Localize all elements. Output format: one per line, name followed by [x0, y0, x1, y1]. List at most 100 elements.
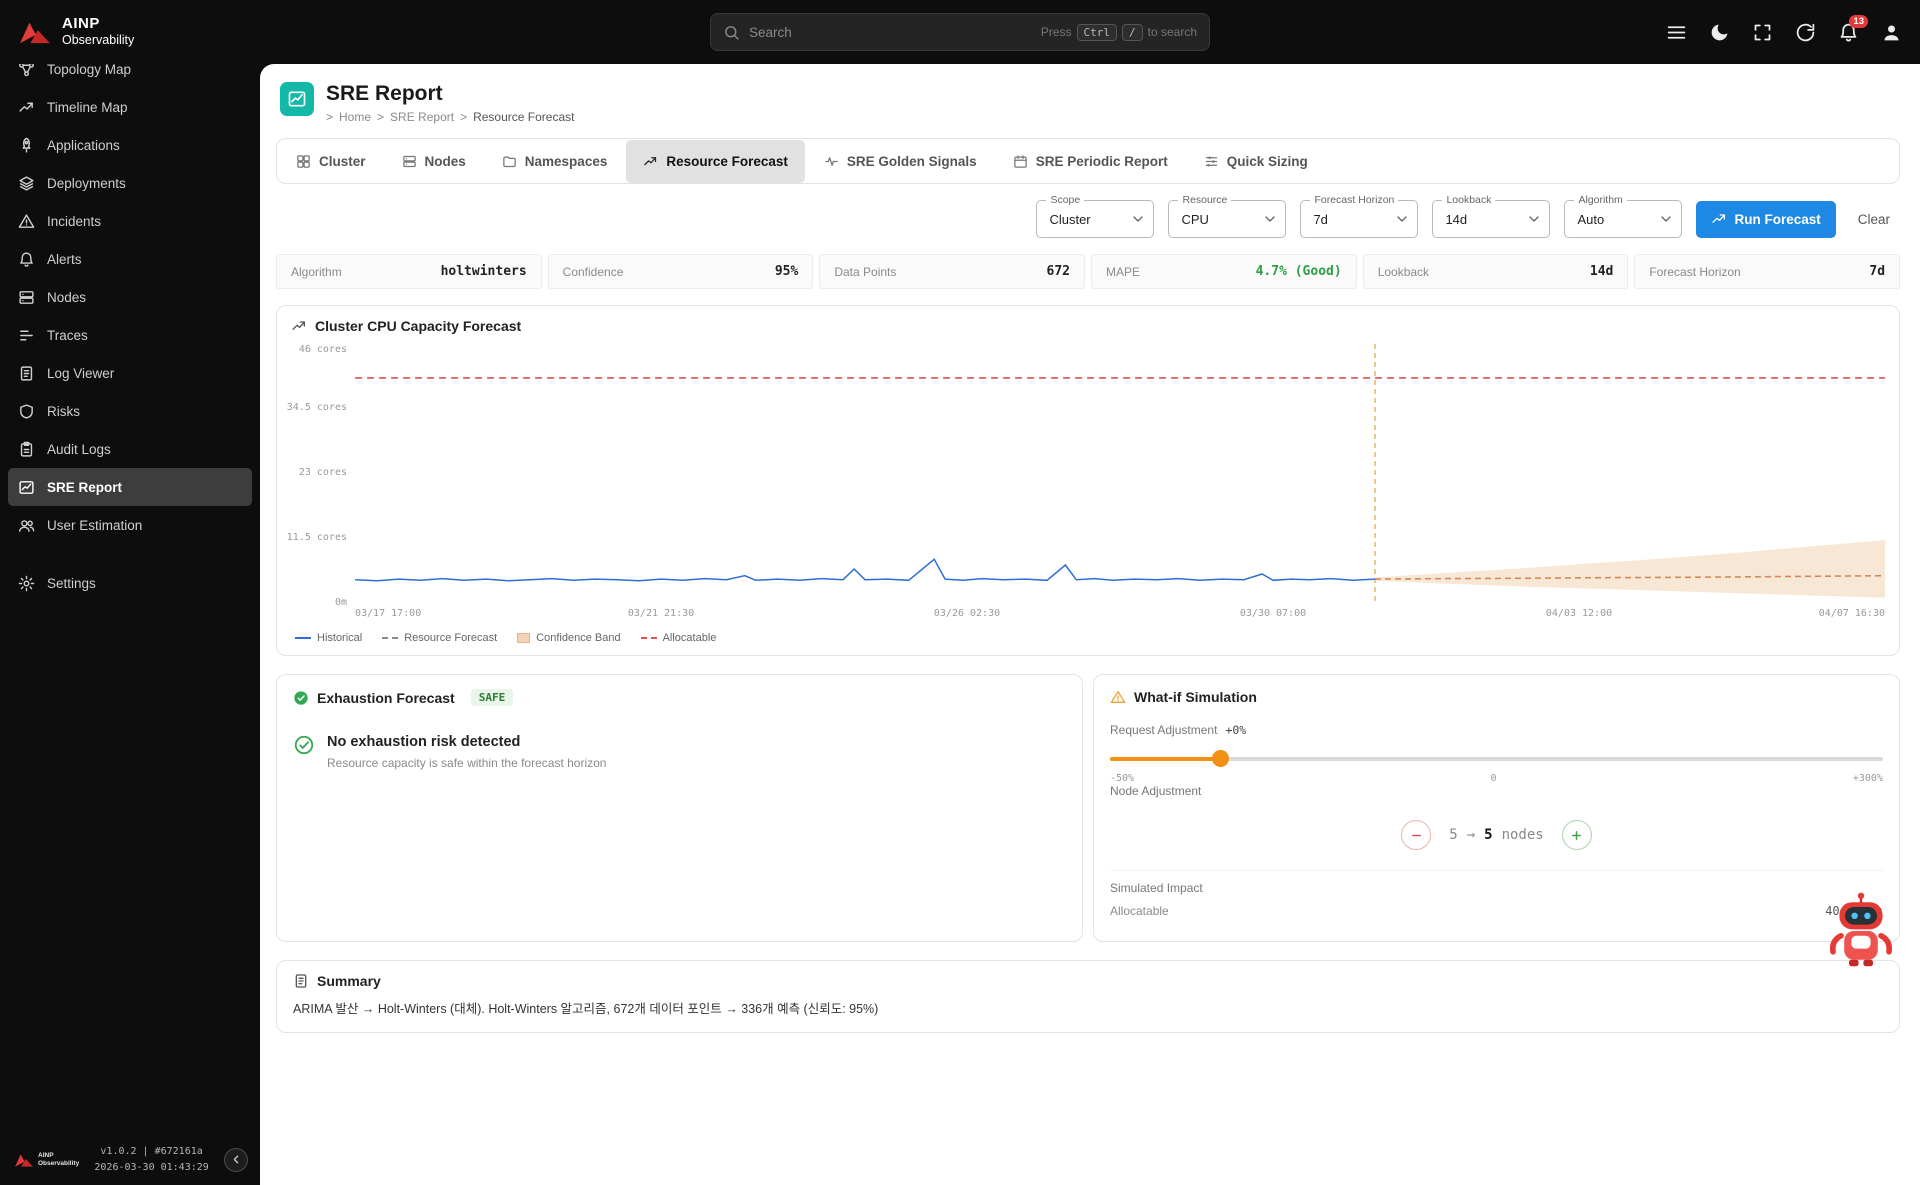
sidebar-item[interactable]: Deployments: [8, 164, 252, 202]
tab[interactable]: Quick Sizing: [1187, 140, 1325, 183]
pulse-icon: [291, 318, 307, 334]
sidebar-item-icon: [18, 441, 35, 458]
brand[interactable]: AINP Observability: [18, 16, 134, 47]
sidebar-item[interactable]: Audit Logs: [8, 430, 252, 468]
global-search[interactable]: Press Ctrl / to search: [710, 13, 1210, 51]
legend-item[interactable]: Resource Forecast: [382, 632, 497, 644]
legend-item[interactable]: Allocatable: [640, 632, 716, 644]
x-tick: 03/26 02:30: [933, 608, 1001, 620]
tab-icon: [402, 154, 417, 169]
menu-icon: [1666, 22, 1687, 43]
tab[interactable]: SRE Periodic Report: [996, 140, 1185, 183]
request-adjustment-label: Request Adjustment: [1110, 723, 1218, 738]
sidebar-item-icon: [18, 365, 35, 382]
account-button[interactable]: [1881, 22, 1902, 43]
tab-label: SRE Golden Signals: [846, 153, 977, 169]
sidebar-item-icon: [18, 99, 35, 116]
whatif-title: What-if Simulation: [1134, 689, 1257, 706]
sidebar-item-icon: [18, 403, 35, 420]
page-header: SRE Report > Home > SRE Report > Resourc…: [280, 82, 1896, 124]
hint-to-search: to search: [1147, 25, 1197, 39]
assistant-mascot[interactable]: [1825, 891, 1897, 971]
historical-line: [355, 558, 1376, 582]
page-title: SRE Report: [326, 82, 443, 105]
sidebar-item[interactable]: Risks: [8, 392, 252, 430]
exhaustion-subtext: Resource capacity is safe within the for…: [327, 756, 607, 771]
sidebar-item-icon: [18, 327, 35, 344]
run-forecast-button[interactable]: Run Forecast: [1696, 200, 1836, 238]
sidebar-collapse-button[interactable]: [224, 1147, 248, 1172]
brand-text: AINP Observability: [62, 16, 134, 47]
sidebar-item[interactable]: Incidents: [8, 202, 252, 240]
sidebar-item-label: Timeline Map: [47, 99, 128, 115]
breadcrumb-item[interactable]: > Home: [326, 110, 371, 124]
notification-badge: 13: [1849, 14, 1868, 28]
tab[interactable]: SRE Golden Signals: [807, 140, 994, 183]
filter-select[interactable]: Lookback 14d: [1432, 194, 1551, 239]
sidebar-item[interactable]: Timeline Map: [8, 88, 252, 126]
footer-brand: AINP Observability: [14, 1152, 79, 1168]
sidebar-item[interactable]: Topology Map: [8, 64, 252, 88]
sidebar-item[interactable]: Nodes: [8, 278, 252, 316]
filter-select[interactable]: Forecast Horizon 7d: [1300, 194, 1419, 239]
breadcrumb-item[interactable]: > Resource Forecast: [460, 110, 574, 124]
tab[interactable]: Nodes: [385, 140, 483, 183]
chart-legend: Historical Resource Forecast Confidence …: [295, 632, 1885, 644]
stat-value: 7d: [1869, 264, 1886, 280]
whatif-simulation-card: What-if Simulation Request Adjustment +0…: [1093, 674, 1900, 967]
breadcrumb-item[interactable]: > SRE Report: [377, 110, 454, 124]
tab[interactable]: Namespaces: [485, 140, 625, 183]
clear-button[interactable]: Clear: [1850, 212, 1898, 227]
menu-button[interactable]: [1666, 22, 1687, 43]
sidebar-item[interactable]: Log Viewer: [8, 354, 252, 392]
topbar-actions: 13: [1666, 14, 1902, 43]
node-increment-button[interactable]: [1561, 820, 1592, 851]
legend-label: Resource Forecast: [404, 632, 498, 645]
sidebar-item[interactable]: User Estimation: [8, 506, 252, 544]
x-tick: 04/07 16:30: [1818, 608, 1885, 620]
filter-value: 14d: [1445, 211, 1468, 227]
dark-mode-button[interactable]: [1709, 22, 1730, 43]
breadcrumb-separator: >: [377, 110, 385, 125]
filter-select[interactable]: Algorithm Auto: [1564, 194, 1683, 239]
node-adjustment-row: 5 → 5 nodes: [1110, 820, 1883, 851]
node-decrement-button[interactable]: [1401, 820, 1432, 851]
request-adjustment-slider[interactable]: [1110, 749, 1883, 768]
sidebar-item[interactable]: Traces: [8, 316, 252, 354]
search-shortcut-hint: Press Ctrl / to search: [1041, 23, 1197, 41]
sidebar-item-label: Log Viewer: [47, 365, 115, 381]
tab[interactable]: Cluster: [279, 140, 383, 183]
fullscreen-button[interactable]: [1752, 22, 1773, 43]
stat-value: 672: [1046, 264, 1071, 280]
brand-line2: Observability: [62, 32, 135, 47]
slider-knob[interactable]: [1211, 750, 1229, 768]
tab-label: Resource Forecast: [666, 153, 788, 169]
filter-label: Resource: [1178, 194, 1232, 207]
notifications-button[interactable]: 13: [1838, 14, 1868, 43]
legend-item[interactable]: Historical: [295, 632, 362, 644]
filter-label: Lookback: [1442, 194, 1496, 207]
chevron-down-icon: [1658, 211, 1674, 227]
sidebar-item[interactable]: Alerts: [8, 240, 252, 278]
summary-text: ARIMA 발산 → Holt-Winters (대체). Holt-Winte…: [293, 1002, 879, 1017]
node-count: 5 → 5 nodes: [1449, 827, 1543, 843]
stat-label: MAPE: [1106, 264, 1141, 279]
sidebar-item[interactable]: Applications: [8, 126, 252, 164]
exhaustion-headline: No exhaustion risk detected: [327, 734, 521, 751]
stat-label: Forecast Horizon: [1649, 264, 1741, 279]
filter-select[interactable]: Scope Cluster: [1036, 194, 1155, 239]
x-tick: 03/21 21:30: [627, 608, 695, 620]
sidebar-item-settings[interactable]: Settings: [8, 564, 252, 602]
stat-cell: Confidence 95%: [547, 254, 814, 290]
filter-select[interactable]: Resource CPU: [1168, 194, 1287, 239]
brand-logo-icon: [20, 22, 50, 44]
tab[interactable]: Resource Forecast: [626, 139, 805, 183]
exhaustion-title-row: Exhaustion Forecast SAFE: [293, 689, 1066, 707]
sidebar-item[interactable]: SRE Report: [8, 468, 252, 506]
search-input[interactable]: [749, 24, 1032, 40]
refresh-button[interactable]: [1795, 22, 1816, 43]
warning-icon: [1110, 689, 1126, 705]
legend-item[interactable]: Confidence Band: [517, 632, 621, 644]
sidebar-item-label: Traces: [47, 327, 88, 343]
gear-icon: [18, 575, 35, 592]
